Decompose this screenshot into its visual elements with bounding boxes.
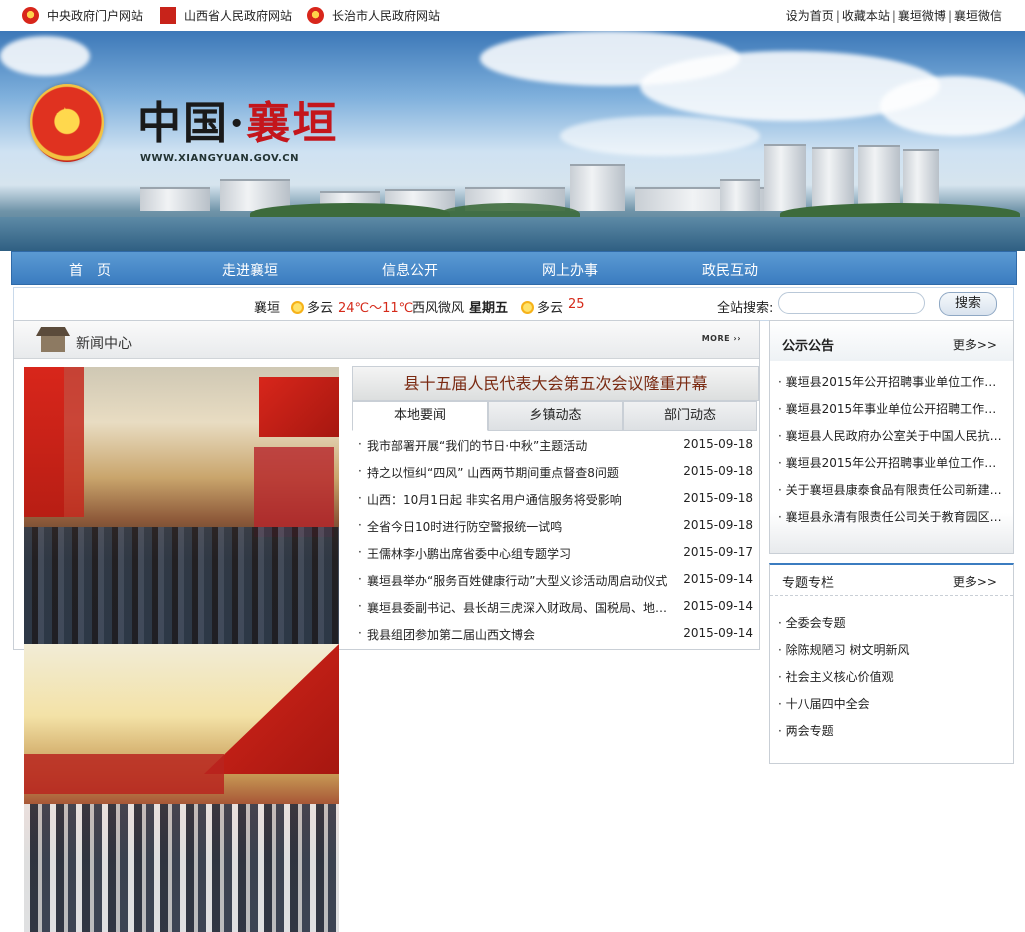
- site-url: WWW.XIANGYUAN.GOV.CN: [140, 153, 299, 164]
- link-shanxi-gov[interactable]: 山西省人民政府网站: [160, 7, 292, 24]
- news-center-header: 新闻中心 MORE ››: [14, 321, 759, 359]
- weather-search-bar: 襄垣 多云 24℃～11℃ 西风微风 星期五 多云 25 全站搜索: 搜索: [13, 287, 1014, 321]
- cloud: [560, 116, 760, 156]
- nav-home[interactable]: 首 页: [40, 260, 140, 280]
- topics-title: 专题专栏: [782, 576, 835, 591]
- list-item[interactable]: · 全省今日10时进行防空警报统一试鸣 2015-09-18: [358, 518, 753, 540]
- stage-curtain: [24, 754, 224, 794]
- building: [764, 144, 806, 211]
- nav-interaction[interactable]: 政民互动: [680, 260, 780, 280]
- notices-title: 公示公告: [782, 339, 835, 354]
- tab-town-news[interactable]: 乡镇动态: [488, 401, 623, 431]
- headline-banner[interactable]: 县十五届人民代表大会第五次会议隆重开幕: [352, 366, 759, 401]
- tab-department-news[interactable]: 部门动态: [623, 401, 757, 431]
- weather-next: 多云: [521, 297, 563, 316]
- list-item[interactable]: · 全委会专题: [778, 614, 1006, 631]
- weather-next-day: 星期五: [469, 301, 509, 316]
- search-input[interactable]: [778, 292, 925, 314]
- notices-more-link[interactable]: 更多>>: [953, 336, 997, 353]
- list-item[interactable]: · 襄垣县举办“服务百姓健康行动”大型义诊活动周启动仪式 2015-09-14: [358, 572, 753, 594]
- list-item[interactable]: · 襄垣县委副书记、县长胡三虎深入财政局、国税局、地… 2015-09-14: [358, 599, 753, 621]
- wechat-link[interactable]: 襄垣微信: [954, 9, 1002, 23]
- search-label: 全站搜索:: [717, 301, 774, 316]
- topics-more-link[interactable]: 更多>>: [953, 573, 997, 590]
- audience: [24, 527, 339, 644]
- notices-panel: 公示公告 更多>> · 襄垣县2015年公开招聘事业单位工作人… · 襄垣县20…: [769, 320, 1014, 554]
- meeting-photo[interactable]: [24, 367, 339, 644]
- sunny-cloudy-icon: [291, 301, 304, 314]
- star-icon: ★: [55, 104, 75, 129]
- national-emblem-icon: [307, 7, 324, 24]
- nav-online-services[interactable]: 网上办事: [520, 260, 620, 280]
- red-banner: [204, 644, 339, 774]
- top-bar: 中央政府门户网站 山西省人民政府网站 长治市人民政府网站 设为首页 | 收藏本站 | 襄…: [0, 0, 1025, 31]
- seal-icon: [160, 7, 176, 24]
- topics-panel: 专题专栏 更多>> · 全委会专题 · 除陈规陋习 树文明新风 · 社会主义核心…: [769, 563, 1014, 764]
- list-item[interactable]: · 两会专题: [778, 722, 1006, 739]
- notices-header: 公示公告 更多>>: [770, 321, 1013, 361]
- red-banner: [64, 367, 84, 517]
- list-item[interactable]: · 襄垣县人民政府办公室关于中国人民抗…: [778, 427, 1006, 444]
- top-right-links: 设为首页 | 收藏本站 | 襄垣微博 | 襄垣微信: [786, 7, 1002, 24]
- national-emblem-icon: [22, 7, 39, 24]
- link-central-gov[interactable]: 中央政府门户网站: [22, 7, 143, 24]
- news-center-title: 新闻中心: [76, 336, 132, 352]
- list-item[interactable]: · 我市部署开展“我们的节日·中秋”主题活动 2015-09-18: [358, 437, 753, 459]
- list-item[interactable]: · 十八届四中全会: [778, 695, 1006, 712]
- separator: |: [947, 9, 952, 23]
- sunny-cloudy-icon: [521, 301, 534, 314]
- main-nav: 首 页 走进襄垣 信息公开 网上办事 政民互动: [11, 251, 1017, 285]
- river: [0, 217, 1025, 251]
- building: [140, 187, 210, 211]
- pavilion-icon: [36, 327, 70, 353]
- tab-local-news[interactable]: 本地要闻: [352, 401, 488, 431]
- weibo-link[interactable]: 襄垣微博: [898, 9, 946, 23]
- weather-city: 襄垣: [254, 301, 281, 316]
- set-homepage-link[interactable]: 设为首页: [786, 9, 834, 23]
- link-changzhi-gov[interactable]: 长治市人民政府网站: [307, 7, 440, 24]
- cloud: [0, 36, 90, 76]
- building: [570, 164, 625, 211]
- weather-today: 多云: [291, 297, 333, 316]
- list-item[interactable]: · 襄垣县2015年公开招聘事业单位工作人…: [778, 373, 1006, 390]
- separator: |: [891, 9, 896, 23]
- header-banner: ★ 中国·襄垣 WWW.XIANGYUAN.GOV.CN: [0, 31, 1025, 251]
- news-more-link[interactable]: MORE ››: [702, 334, 741, 343]
- nav-info-disclosure[interactable]: 信息公开: [360, 260, 460, 280]
- red-banner: [259, 377, 339, 437]
- building: [812, 147, 854, 211]
- nav-about-xiangyuan[interactable]: 走进襄垣: [200, 260, 300, 280]
- site-title: 中国·襄垣: [137, 98, 339, 149]
- list-item[interactable]: · 山西：10月1日起 非实名用户通信服务将受影响 2015-09-18: [358, 491, 753, 513]
- search-button[interactable]: 搜索: [939, 292, 997, 316]
- list-item[interactable]: · 王儒林李小鹏出席省委中心组专题学习 2015-09-17: [358, 545, 753, 567]
- meeting-photo-2[interactable]: [24, 644, 339, 932]
- list-item[interactable]: · 除陈规陋习 树文明新风: [778, 641, 1006, 658]
- topics-header: 专题专栏 更多>>: [770, 565, 1013, 596]
- building: [720, 179, 760, 211]
- national-emblem-logo: ★: [30, 84, 104, 162]
- bookmark-link[interactable]: 收藏本站: [842, 9, 890, 23]
- list-item[interactable]: · 襄垣县2015年公开招聘事业单位工作人…: [778, 454, 1006, 471]
- weather-temp: 24℃～11℃: [338, 301, 414, 316]
- news-tabs: 本地要闻 乡镇动态 部门动态: [352, 401, 757, 431]
- list-item[interactable]: · 社会主义核心价值观: [778, 668, 1006, 685]
- list-item[interactable]: · 我县组团参加第二届山西文博会 2015-09-14: [358, 626, 753, 648]
- weather-next-temp: 25: [568, 297, 585, 312]
- list-item[interactable]: · 关于襄垣县康泰食品有限责任公司新建…: [778, 481, 1006, 498]
- weather-wind: 西风微风: [412, 301, 465, 316]
- separator: |: [835, 9, 840, 23]
- audience: [24, 804, 339, 932]
- red-banner: [24, 367, 64, 517]
- building: [903, 149, 939, 211]
- list-item[interactable]: · 襄垣县永清有限责任公司关于教育园区…: [778, 508, 1006, 525]
- cloud: [880, 76, 1025, 136]
- list-item[interactable]: · 襄垣县2015年事业单位公开招聘工作人…: [778, 400, 1006, 417]
- stage-curtain: [254, 447, 334, 537]
- list-item[interactable]: · 持之以恒纠“四风” 山西两节期间重点督查8问题 2015-09-18: [358, 464, 753, 486]
- building: [858, 145, 900, 211]
